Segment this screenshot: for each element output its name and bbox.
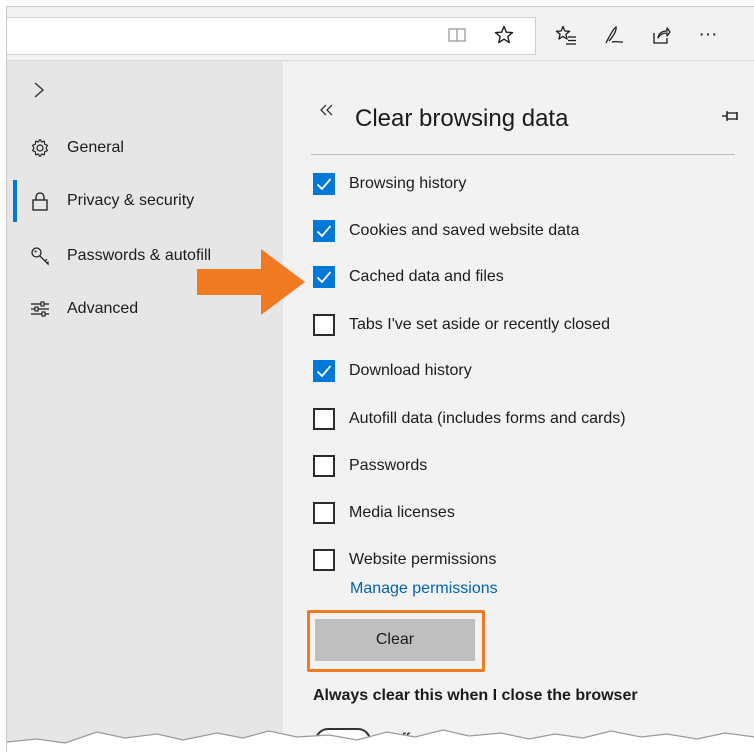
option-label: Download history bbox=[349, 362, 472, 379]
option-download-history[interactable]: Download history bbox=[313, 357, 472, 385]
sidebar-item-label: Passwords & autofill bbox=[67, 247, 212, 264]
option-label: Media licenses bbox=[349, 504, 455, 521]
option-label: Passwords bbox=[349, 457, 428, 474]
sidebar-item-label: Privacy & security bbox=[67, 192, 195, 209]
key-icon bbox=[27, 246, 53, 266]
torn-edge-decoration bbox=[7, 729, 754, 752]
option-autofill-data[interactable]: Autofill data (includes forms and cards) bbox=[313, 405, 626, 433]
sidebar-item-label: Advanced bbox=[67, 300, 139, 317]
double-chevron-left-icon[interactable] bbox=[319, 101, 335, 122]
share-icon[interactable] bbox=[644, 17, 678, 53]
lock-icon bbox=[27, 191, 53, 211]
always-clear-label: Always clear this when I close the brows… bbox=[313, 687, 638, 704]
page-title: Clear browsing data bbox=[355, 105, 569, 132]
sidebar-item-general[interactable]: General bbox=[7, 125, 283, 171]
clear-browsing-data-panel: Clear browsing data Browsing history Coo… bbox=[283, 61, 754, 752]
more-label: ··· bbox=[698, 24, 718, 45]
option-cookies[interactable]: Cookies and saved website data bbox=[313, 217, 579, 245]
checkbox-unchecked[interactable] bbox=[313, 455, 335, 477]
checkbox-unchecked[interactable] bbox=[313, 314, 335, 336]
option-label: Website permissions bbox=[349, 551, 497, 568]
callout-arrow-icon bbox=[197, 249, 305, 315]
pin-icon[interactable] bbox=[721, 109, 739, 128]
option-passwords[interactable]: Passwords bbox=[313, 452, 427, 480]
checkbox-checked[interactable] bbox=[313, 266, 335, 288]
gear-icon bbox=[27, 138, 53, 158]
option-media-licenses[interactable]: Media licenses bbox=[313, 499, 455, 527]
option-label: Tabs I've set aside or recently closed bbox=[349, 316, 610, 333]
checkbox-checked[interactable] bbox=[313, 220, 335, 242]
more-icon[interactable]: ··· bbox=[691, 17, 725, 53]
reading-view-icon[interactable] bbox=[440, 17, 474, 53]
sidebar-item-privacy-security[interactable]: Privacy & security bbox=[7, 178, 283, 224]
browser-window: ··· General Privacy & security Passwords… bbox=[6, 6, 754, 752]
option-tabs-set-aside[interactable]: Tabs I've set aside or recently closed bbox=[313, 311, 610, 339]
sliders-icon bbox=[27, 300, 53, 318]
option-browsing-history[interactable]: Browsing history bbox=[313, 170, 466, 198]
option-website-permissions[interactable]: Website permissions bbox=[313, 546, 496, 574]
favorites-list-icon[interactable] bbox=[549, 17, 583, 53]
option-cached-data[interactable]: Cached data and files bbox=[313, 263, 504, 291]
pen-icon[interactable] bbox=[597, 17, 631, 53]
checkbox-unchecked[interactable] bbox=[313, 502, 335, 524]
checkbox-unchecked[interactable] bbox=[313, 408, 335, 430]
chevron-right-icon[interactable] bbox=[33, 81, 45, 105]
option-label: Autofill data (includes forms and cards) bbox=[349, 410, 626, 427]
title-divider bbox=[311, 154, 735, 155]
sidebar-item-label: General bbox=[67, 139, 124, 156]
manage-permissions-link[interactable]: Manage permissions bbox=[350, 580, 498, 598]
browser-toolbar: ··· bbox=[7, 7, 754, 61]
favorite-star-icon[interactable] bbox=[487, 17, 521, 53]
checkbox-checked[interactable] bbox=[313, 173, 335, 195]
option-label: Browsing history bbox=[349, 175, 467, 192]
settings-nav-pane: General Privacy & security Passwords & a… bbox=[7, 61, 283, 752]
clear-button[interactable]: Clear bbox=[315, 619, 475, 661]
checkbox-unchecked[interactable] bbox=[313, 549, 335, 571]
option-label: Cached data and files bbox=[349, 268, 504, 285]
option-label: Cookies and saved website data bbox=[349, 222, 580, 239]
checkbox-checked[interactable] bbox=[313, 360, 335, 382]
